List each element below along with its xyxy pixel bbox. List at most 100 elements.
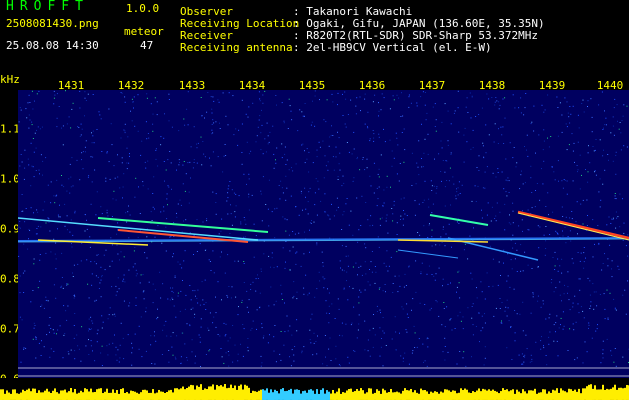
noise-pixel (21, 194, 23, 195)
noise-pixel (431, 212, 433, 214)
noise-pixel (615, 151, 617, 153)
noise-pixel (446, 180, 448, 181)
signal-level-bar (282, 388, 284, 400)
noise-pixel (422, 202, 424, 203)
noise-pixel (612, 217, 614, 219)
noise-pixel (359, 96, 361, 98)
noise-pixel (574, 359, 576, 361)
noise-pixel (362, 157, 364, 159)
noise-pixel (137, 130, 139, 132)
noise-pixel (25, 108, 27, 110)
noise-pixel (118, 288, 120, 290)
noise-pixel (73, 297, 75, 299)
noise-pixel (625, 245, 627, 247)
noise-pixel (329, 237, 331, 239)
noise-pixel (50, 202, 52, 204)
signal-level-bar (134, 391, 136, 400)
noise-pixel (145, 307, 147, 309)
noise-pixel (74, 358, 76, 360)
noise-pixel (585, 169, 586, 170)
noise-pixel (100, 266, 102, 268)
noise-pixel (561, 258, 563, 260)
noise-pixel (143, 290, 145, 292)
noise-pixel (311, 121, 313, 123)
noise-pixel (617, 265, 619, 267)
noise-pixel (583, 247, 585, 248)
noise-pixel (433, 185, 435, 187)
noise-pixel (106, 151, 108, 153)
signal-level-bar (228, 387, 230, 400)
noise-pixel (220, 348, 222, 349)
noise-pixel (478, 170, 480, 171)
noise-pixel (110, 237, 112, 239)
noise-pixel (423, 361, 424, 363)
noise-pixel (168, 93, 170, 95)
noise-pixel (592, 146, 594, 147)
signal-level-bar (104, 391, 106, 400)
noise-pixel (491, 97, 493, 98)
signal-level-bar (6, 390, 8, 400)
noise-pixel (518, 354, 520, 356)
signal-level-bar (188, 386, 190, 400)
noise-pixel (558, 180, 559, 182)
noise-pixel (481, 209, 482, 211)
noise-pixel (201, 164, 203, 166)
noise-pixel (213, 316, 215, 318)
noise-pixel (392, 220, 394, 222)
noise-pixel (64, 203, 66, 205)
noise-pixel (607, 265, 609, 267)
noise-pixel (109, 307, 111, 309)
signal-level-bar (36, 392, 38, 400)
noise-pixel (304, 231, 305, 233)
noise-pixel (74, 210, 76, 212)
noise-pixel (444, 171, 446, 173)
noise-pixel (301, 111, 303, 113)
noise-pixel (537, 300, 539, 302)
noise-pixel (238, 195, 240, 197)
noise-pixel (94, 169, 96, 171)
noise-pixel (343, 288, 345, 290)
noise-pixel (179, 310, 181, 312)
noise-pixel (219, 128, 221, 129)
noise-pixel (152, 206, 154, 208)
noise-pixel (247, 338, 249, 339)
signal-level-bar (26, 389, 28, 400)
noise-pixel (602, 129, 604, 130)
noise-pixel (324, 155, 326, 157)
noise-pixel (73, 264, 75, 266)
noise-pixel (597, 324, 598, 326)
noise-pixel (453, 183, 455, 185)
noise-pixel (594, 149, 596, 151)
noise-pixel (295, 263, 297, 265)
noise-pixel (400, 219, 401, 220)
noise-pixel (201, 115, 203, 117)
noise-pixel (441, 121, 443, 123)
signal-level-bar (426, 391, 428, 400)
noise-pixel (55, 195, 57, 197)
noise-pixel (364, 98, 366, 100)
noise-pixel (202, 141, 204, 142)
noise-pixel (31, 121, 33, 123)
noise-pixel (215, 296, 216, 298)
noise-pixel (331, 93, 333, 95)
noise-pixel (152, 113, 154, 115)
noise-pixel (268, 305, 270, 307)
noise-pixel (325, 165, 327, 167)
signal-level-bar (204, 388, 206, 400)
noise-pixel (453, 112, 455, 114)
noise-pixel (322, 363, 324, 365)
noise-pixel (133, 107, 134, 109)
noise-pixel (504, 229, 506, 231)
noise-pixel (599, 139, 601, 141)
noise-pixel (419, 302, 421, 304)
noise-pixel (530, 123, 532, 125)
noise-pixel (568, 144, 570, 146)
noise-pixel (548, 146, 550, 148)
noise-pixel (444, 103, 446, 105)
noise-pixel (620, 149, 622, 151)
signal-level-bar (196, 385, 198, 400)
noise-pixel (475, 201, 477, 202)
noise-pixel (260, 365, 262, 367)
signal-level-bar (322, 388, 324, 400)
noise-pixel (360, 291, 362, 293)
